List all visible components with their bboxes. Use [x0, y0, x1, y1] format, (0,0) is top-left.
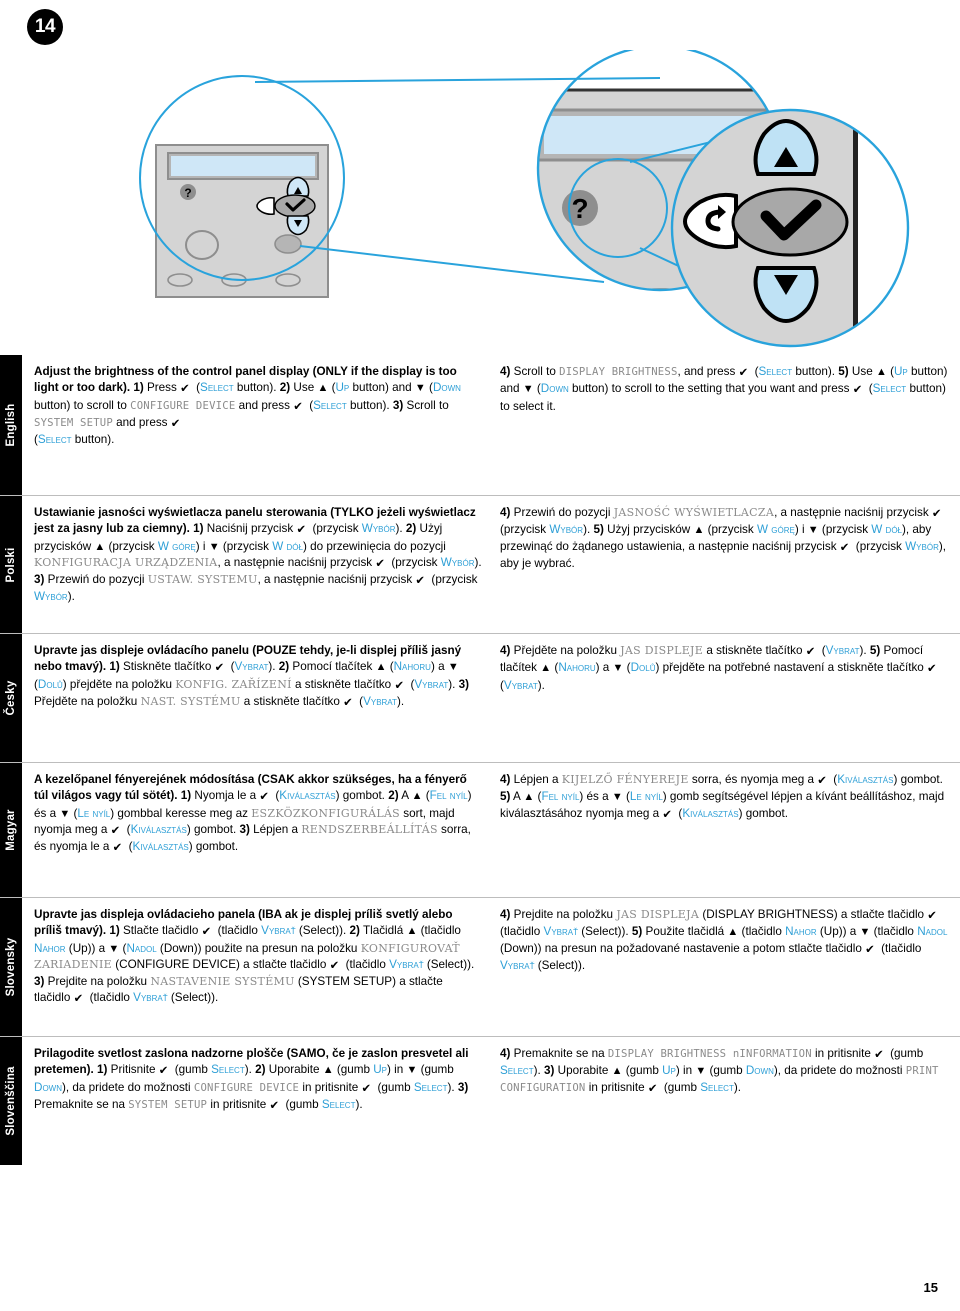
instruction-text: Upravte jas displeja ovládacieho panela … — [34, 908, 475, 1006]
instruction-text: Adjust the brightness of the control pan… — [34, 365, 461, 447]
control-panel-illustration: ? ? — [0, 44, 960, 350]
language-band-slovenscina: Slovenščina Prilagodite svetlost zaslona… — [0, 1037, 960, 1165]
instruction-column-left: Ustawianie jasności wyświetlacza panelu … — [34, 505, 482, 624]
band-body-polski: Ustawianie jasności wyświetlacza panelu … — [22, 496, 960, 633]
step-number-badge: 14 — [27, 9, 63, 45]
instruction-text: 4) Premaknite se na DISPLAY BRIGHTNESS n… — [500, 1047, 939, 1095]
instruction-column-left: Prilagodite svetlost zaslona nadzorne pl… — [34, 1046, 482, 1156]
instruction-text: 4) Lépjen a KIJELZŐ FÉNYEREJE sorra, és … — [500, 773, 945, 821]
language-tab-label: Polski — [5, 546, 17, 583]
step-number-label: 14 — [34, 16, 56, 37]
language-tab-label: English — [5, 403, 17, 447]
language-tab-slovenscina[interactable]: Slovenščina — [0, 1037, 22, 1165]
instruction-column-left: Upravte jas displeje ovládacího panelu (… — [34, 643, 482, 753]
band-body-magyar: A kezelőpanel fényerejének módosítása (C… — [22, 763, 960, 897]
band-body-english: Adjust the brightness of the control pan… — [22, 355, 960, 495]
svg-text:?: ? — [184, 186, 191, 200]
language-band-magyar: Magyar A kezelőpanel fényerejének módosí… — [0, 763, 960, 897]
instruction-text: Prilagodite svetlost zaslona nadzorne pl… — [34, 1047, 469, 1112]
instruction-column-left: Upravte jas displeja ovládacieho panela … — [34, 907, 482, 1027]
page-number: 15 — [923, 1280, 938, 1295]
instruction-text: 4) Přejděte na položku JAS DISPLEJE a st… — [500, 644, 937, 692]
language-tab-label: Slovensky — [5, 937, 17, 997]
band-body-cesky: Upravte jas displeje ovládacího panelu (… — [22, 634, 960, 762]
language-tab-label: Slovenščina — [5, 1066, 17, 1136]
language-tab-cesky[interactable]: Česky — [0, 634, 22, 762]
language-band-slovensky: Slovensky Upravte jas displeja ovládacie… — [0, 898, 960, 1036]
language-tab-polski[interactable]: Polski — [0, 496, 22, 633]
language-tab-english[interactable]: English — [0, 355, 22, 495]
illustration-svg: ? ? — [139, 44, 910, 348]
language-band-cesky: Česky Upravte jas displeje ovládacího pa… — [0, 634, 960, 762]
language-bands: English Adjust the brightness of the con… — [0, 355, 960, 1165]
language-band-english: English Adjust the brightness of the con… — [0, 355, 960, 495]
instruction-column-right: 4) Przewiń do pozycji JASNOŚĆ WYŚWIETLAC… — [500, 505, 948, 624]
instruction-text: Ustawianie jasności wyświetlacza panelu … — [34, 506, 482, 604]
instruction-column-right: 4) Scroll to DISPLAY BRIGHTNESS, and pre… — [500, 364, 948, 486]
instruction-text: 4) Prejdite na položku JAS DISPLEJA (DIS… — [500, 908, 948, 972]
instruction-column-right: 4) Přejděte na položku JAS DISPLEJE a st… — [500, 643, 948, 753]
language-tab-slovensky[interactable]: Slovensky — [0, 898, 22, 1036]
control-panel-small-top: ? — [155, 144, 329, 298]
band-body-slovenscina: Prilagodite svetlost zaslona nadzorne pl… — [22, 1037, 960, 1165]
instruction-text: Upravte jas displeje ovládacího panelu (… — [34, 644, 470, 709]
instruction-column-right: 4) Premaknite se na DISPLAY BRIGHTNESS n… — [500, 1046, 948, 1156]
language-tab-label: Česky — [5, 680, 17, 716]
band-body-slovensky: Upravte jas displeja ovládacieho panela … — [22, 898, 960, 1036]
instruction-column-left: A kezelőpanel fényerejének módosítása (C… — [34, 772, 482, 888]
language-band-polski: Polski Ustawianie jasności wyświetlacza … — [0, 496, 960, 633]
instruction-column-left: Adjust the brightness of the control pan… — [34, 364, 482, 486]
instruction-column-right: 4) Lépjen a KIJELZŐ FÉNYEREJE sorra, és … — [500, 772, 948, 888]
instruction-column-right: 4) Prejdite na položku JAS DISPLEJA (DIS… — [500, 907, 948, 1027]
language-tab-magyar[interactable]: Magyar — [0, 763, 22, 897]
instruction-text: 4) Przewiń do pozycji JASNOŚĆ WYŚWIETLAC… — [500, 506, 946, 570]
instruction-text: A kezelőpanel fényerejének módosítása (C… — [34, 773, 472, 855]
instruction-text: 4) Scroll to DISPLAY BRIGHTNESS, and pre… — [500, 365, 948, 413]
language-tab-label: Magyar — [5, 809, 17, 851]
